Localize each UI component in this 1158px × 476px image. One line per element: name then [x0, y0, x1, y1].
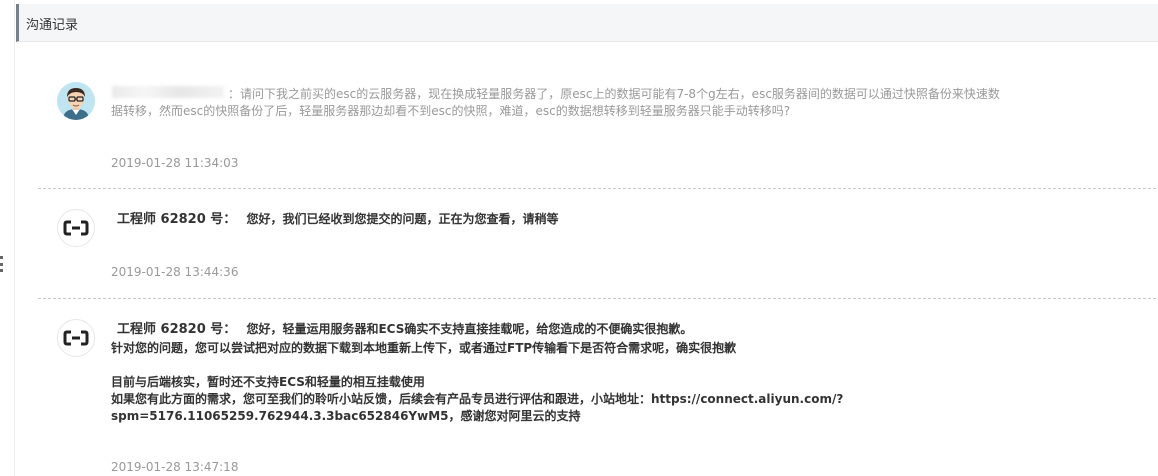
- message-line: 目前与后端核实，暂时还不支持ECS和轻量的相互挂载使用: [111, 375, 425, 389]
- engineer-name: 工程师 62820 号：: [117, 212, 237, 227]
- left-edge: [0, 0, 15, 476]
- message-line: 请问下我之前买的esc的云服务器，现在换成轻量服务器了，原esc上的数据可能有7…: [240, 87, 1000, 101]
- engineer-message-head: 工程师 62820 号： 您好，轻量运用服务器和ECS确实不支持直接挂载呢，给您…: [117, 321, 692, 338]
- user-avatar-icon: [57, 82, 95, 120]
- aliyun-logo-icon: [57, 319, 95, 357]
- message-line: 您好，轻量运用服务器和ECS确实不支持直接挂载呢，给您造成的不便确实很抱歉。: [246, 322, 693, 336]
- engineer-message-body: 针对您的问题，您可以尝试把对应的数据下载到本地重新上传下，或者通过FTP传输看下…: [111, 340, 1011, 425]
- message-line: 您好，我们已经收到您提交的问题，正在为您查看，请稍等: [246, 212, 559, 226]
- panel-header: 沟通记录: [16, 4, 1158, 42]
- message-line: 针对您的问题，您可以尝试把对应的数据下载到本地重新上传下，或者通过FTP传输看下…: [111, 341, 737, 355]
- message-line: spm=5176.11065259.762944.3.3bac652846YwM…: [111, 409, 581, 423]
- page: 沟通记录 ： 请问下我之前买的esc的云服务器，现在换成轻量服务器了，原esc上…: [0, 0, 1158, 476]
- message-timestamp: 2019-01-28 11:34:03: [111, 156, 239, 170]
- message-line: 据转移，然而esc的快照备份了后，轻量服务器那边却看不到esc的快照，难道，es…: [111, 104, 791, 118]
- message-timestamp: 2019-01-28 13:44:36: [111, 265, 239, 279]
- record-divider: [38, 298, 1156, 299]
- message-line: 如果您有此方面的需求，您可至我们的聆听小站反馈，后续会有产品专员进行评估和跟进，…: [111, 392, 844, 406]
- panel-title: 沟通记录: [26, 18, 79, 33]
- engineer-name: 工程师 62820 号：: [117, 322, 237, 337]
- user-message: 请问下我之前买的esc的云服务器，现在换成轻量服务器了，原esc上的数据可能有7…: [111, 86, 1011, 120]
- engineer-message: 工程师 62820 号： 您好，我们已经收到您提交的问题，正在为您查看，请稍等: [117, 211, 558, 228]
- record-divider: [38, 188, 1156, 189]
- drag-handle-icon[interactable]: [0, 256, 3, 272]
- aliyun-logo-icon: [57, 209, 95, 247]
- message-timestamp: 2019-01-28 13:47:18: [111, 460, 239, 474]
- message-line: [111, 357, 1011, 374]
